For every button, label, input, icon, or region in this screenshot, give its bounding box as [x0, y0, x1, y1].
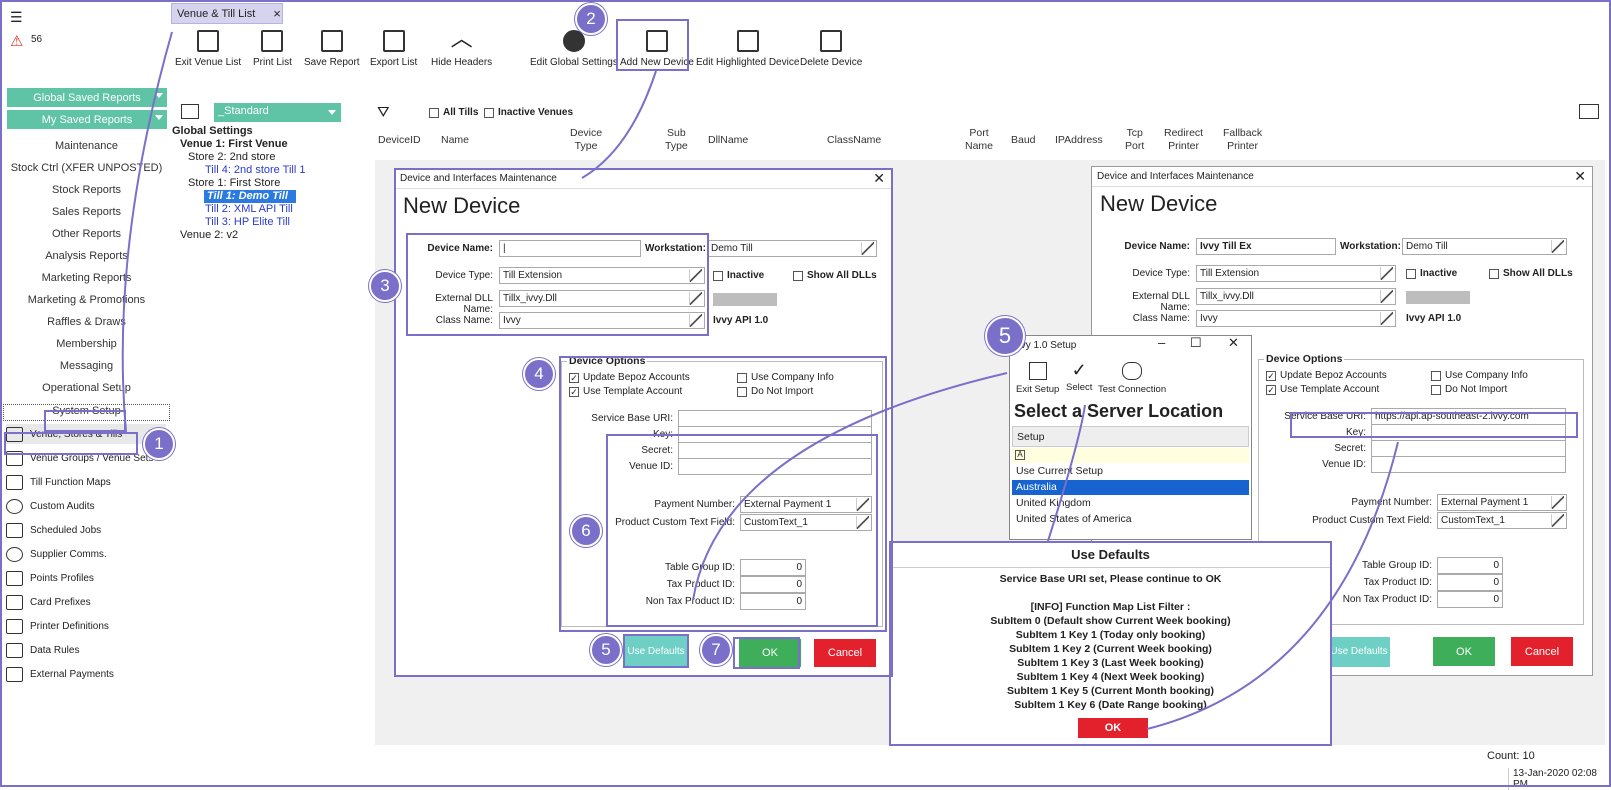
step-badge: 6	[570, 515, 602, 547]
step-badge: 5	[590, 634, 622, 666]
arrow-to-uri	[1146, 441, 1399, 730]
step-badge: 2	[575, 3, 607, 35]
arrow-to-tab	[121, 31, 173, 433]
step-badge: 4	[523, 358, 555, 390]
step-badge: 5	[985, 316, 1025, 356]
step-badge: 7	[700, 634, 732, 666]
step-badge: 1	[143, 428, 175, 460]
arrow-to-dialog	[581, 70, 657, 179]
arrow-to-setup	[692, 372, 1008, 601]
annotation-arrows	[121, 31, 1399, 730]
arrow-to-popup	[1047, 404, 1086, 542]
step-badge: 3	[369, 270, 401, 302]
record-count: Count: 10	[1487, 750, 1535, 762]
